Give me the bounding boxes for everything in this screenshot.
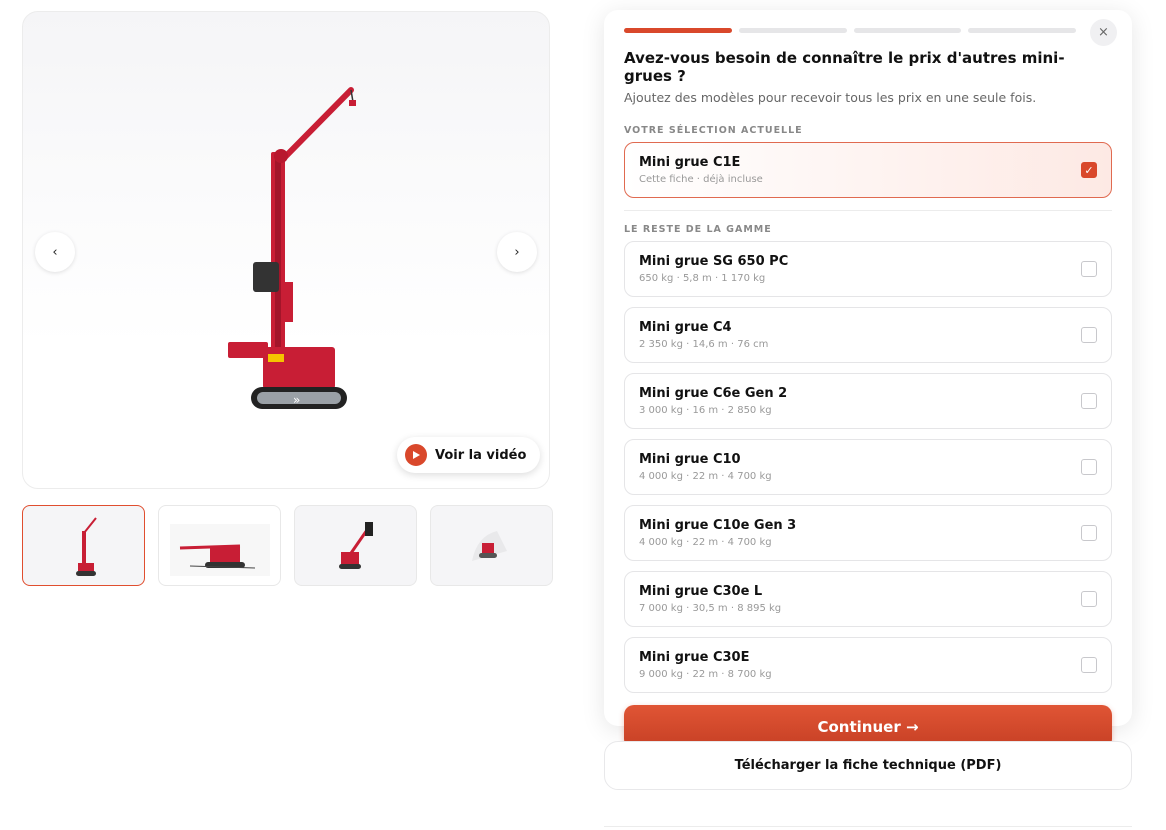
checkbox[interactable]: [1081, 327, 1097, 343]
progress-step-2: [738, 28, 847, 33]
checkmark-icon: ✓: [1084, 163, 1094, 177]
thumbnail-3[interactable]: [294, 505, 417, 586]
checkbox[interactable]: [1081, 261, 1097, 277]
thumbnail-1[interactable]: [22, 505, 145, 586]
rest-of-range-label: LE RESTE DE LA GAMME: [624, 224, 772, 235]
chevron-left-icon: ‹: [52, 244, 58, 260]
product-page: » ‹ › Voir la vidéo × Avez-vous besoin d…: [0, 0, 1166, 830]
item-name: Mini grue C10e Gen 3: [639, 518, 797, 533]
section-divider: [624, 210, 1112, 211]
gallery-prev-button[interactable]: ‹: [35, 232, 75, 272]
thumbnail-2[interactable]: [158, 505, 281, 586]
item-spec: 3 000 kg · 16 m · 2 850 kg: [639, 405, 772, 416]
product-gallery: » ‹ › Voir la vidéo: [22, 11, 550, 489]
item-name: Mini grue C1E: [639, 155, 741, 170]
item-spec: Cette fiche · déjà incluse: [639, 174, 763, 185]
current-selection-label: VOTRE SÉLECTION ACTUELLE: [624, 125, 803, 136]
checkbox[interactable]: [1081, 657, 1097, 673]
range-item[interactable]: Mini grue C4 2 350 kg · 14,6 m · 76 cm: [624, 307, 1112, 363]
progress-step-3: [853, 28, 962, 33]
modal-subtitle: Ajoutez des modèles pour recevoir tous l…: [624, 90, 1037, 105]
progress-step-4: [968, 28, 1076, 33]
checkbox[interactable]: [1081, 393, 1097, 409]
modal-title: Avez-vous besoin de connaître le prix d'…: [624, 49, 1065, 85]
close-button[interactable]: ×: [1090, 19, 1117, 46]
item-name: Mini grue C6e Gen 2: [639, 386, 788, 401]
watch-video-label: Voir la vidéo: [435, 447, 527, 463]
item-name: Mini grue C10: [639, 452, 741, 467]
item-name: Mini grue C4: [639, 320, 732, 335]
crane-product-image: »: [228, 87, 356, 409]
gallery-thumbnails: [22, 505, 553, 586]
play-icon: [405, 444, 427, 466]
range-item[interactable]: Mini grue C30E 9 000 kg · 22 m · 8 700 k…: [624, 637, 1112, 693]
item-name: Mini grue C30e L: [639, 584, 763, 599]
item-spec: 7 000 kg · 30,5 m · 8 895 kg: [639, 603, 782, 614]
range-item[interactable]: Mini grue C10 4 000 kg · 22 m · 4 700 kg: [624, 439, 1112, 495]
price-quote-modal: × Avez-vous besoin de connaître le prix …: [604, 10, 1132, 749]
progress-step-1: [624, 28, 732, 33]
close-icon: ×: [1098, 25, 1109, 40]
item-spec: 4 000 kg · 22 m · 4 700 kg: [639, 471, 772, 482]
range-item[interactable]: Mini grue C10e Gen 3 4 000 kg · 22 m · 4…: [624, 505, 1112, 561]
chevron-right-icon: ›: [514, 244, 520, 260]
current-selection-item[interactable]: Mini grue C1E Cette fiche · déjà incluse…: [624, 142, 1112, 198]
download-datasheet-button[interactable]: Télécharger la fiche technique (PDF): [604, 741, 1132, 790]
watch-video-button[interactable]: Voir la vidéo: [397, 437, 541, 473]
thumbnail-crane-attachment-image: [338, 521, 373, 569]
thumbnail-crane-stowed-image: [471, 530, 507, 561]
checkbox-checked[interactable]: ✓: [1081, 162, 1097, 178]
thumbnail-4[interactable]: [430, 505, 553, 586]
thumbnail-crane-folded-image: [169, 523, 270, 576]
item-name: Mini grue SG 650 PC: [639, 254, 789, 269]
checkbox[interactable]: [1081, 591, 1097, 607]
range-item[interactable]: Mini grue C30e L 7 000 kg · 30,5 m · 8 8…: [624, 571, 1112, 627]
checkbox[interactable]: [1081, 459, 1097, 475]
item-name: Mini grue C30E: [639, 650, 750, 665]
item-spec: 4 000 kg · 22 m · 4 700 kg: [639, 537, 772, 548]
range-item[interactable]: Mini grue SG 650 PC 650 kg · 5,8 m · 1 1…: [624, 241, 1112, 297]
item-spec: 650 kg · 5,8 m · 1 170 kg: [639, 273, 766, 284]
bottom-divider: [604, 826, 1132, 827]
checkbox[interactable]: [1081, 525, 1097, 541]
svg-text:»: »: [293, 393, 300, 407]
thumbnail-crane-upright-image: [75, 516, 97, 576]
range-item[interactable]: Mini grue C6e Gen 2 3 000 kg · 16 m · 2 …: [624, 373, 1112, 429]
item-spec: 2 350 kg · 14,6 m · 76 cm: [639, 339, 769, 350]
item-spec: 9 000 kg · 22 m · 8 700 kg: [639, 669, 772, 680]
progress-steps: [624, 28, 1076, 33]
gallery-next-button[interactable]: ›: [497, 232, 537, 272]
